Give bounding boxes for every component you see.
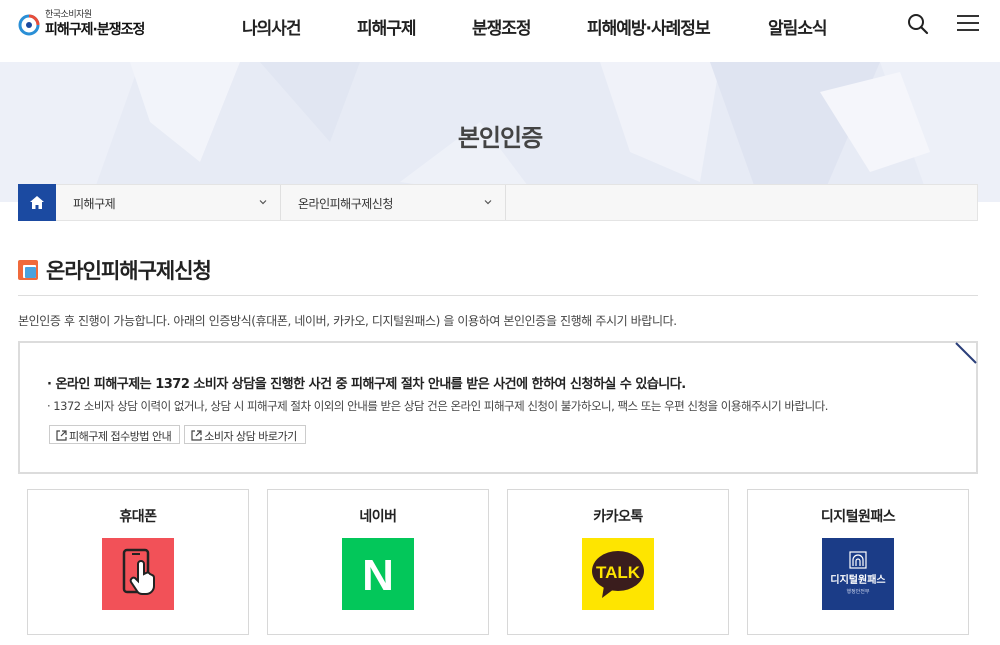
consumer-consult-link[interactable]: 소비자 상담 바로가기 [184,425,306,444]
page-banner: 본인인증 [0,62,1000,202]
external-link-icon [191,430,202,441]
naver-logo-icon: N [342,538,414,610]
notice-primary-text: · 온라인 피해구제는 1372 소비자 상담을 진행한 사건 중 피해구제 절… [47,377,686,392]
hamburger-menu-icon[interactable] [957,13,979,33]
nav-damage-relief[interactable]: 피해구제 [357,14,417,39]
mobile-phone-icon [102,538,174,610]
breadcrumb-level2-dropdown[interactable]: 온라인피해구제신청 [281,185,506,220]
logo-org-name: 한국소비자원 [45,10,92,20]
chevron-down-icon [259,200,267,205]
auth-card-phone[interactable]: 휴대폰 [27,489,249,635]
svg-text:디지털원패스: 디지털원패스 [830,573,885,586]
breadcrumb-level1-label: 피해구제 [73,197,116,211]
section-title-icon [18,260,38,280]
nav-dispute-mediation[interactable]: 분쟁조정 [472,14,532,39]
relief-guide-link-label: 피해구제 접수방법 안내 [69,429,172,443]
digital-onepass-logo-icon: 디지털원패스 행정안전부 [822,538,894,610]
breadcrumb-home-button[interactable] [18,184,56,221]
section-title: 온라인피해구제신청 [46,259,212,283]
svg-text:행정안전부: 행정안전부 [846,588,869,595]
section-header: 온라인피해구제신청 [18,255,212,285]
auth-card-title: 네이버 [359,509,397,525]
breadcrumb-level1-dropdown[interactable]: 피해구제 [56,185,281,220]
nav-prevention-info[interactable]: 피해예방·사례정보 [587,14,711,39]
auth-card-digital-onepass[interactable]: 디지털원패스 디지털원패스 행정안전부 [747,489,969,635]
section-description: 본인인증 후 진행이 가능합니다. 아래의 인증방식(휴대폰, 네이버, 카카오… [18,314,677,328]
logo-mark-icon [18,14,40,35]
external-link-icon [56,430,67,441]
notice-box: · 온라인 피해구제는 1372 소비자 상담을 진행한 사건 중 피해구제 절… [18,341,978,474]
svg-text:TALK: TALK [596,563,641,582]
consumer-consult-link-label: 소비자 상담 바로가기 [204,429,297,443]
kakaotalk-logo-icon: TALK [582,538,654,610]
nav-notices[interactable]: 알림소식 [768,14,828,39]
auth-card-naver[interactable]: 네이버 N [267,489,489,635]
corner-fold-icon [955,342,977,364]
chevron-down-icon [484,200,492,205]
home-icon [30,196,44,209]
site-logo[interactable]: 한국소비자원 피해구제·분쟁조정 [18,10,145,39]
relief-guide-link[interactable]: 피해구제 접수방법 안내 [49,425,181,444]
section-divider [18,295,978,296]
auth-card-title: 휴대폰 [119,509,157,525]
breadcrumb-level2-label: 온라인피해구제신청 [298,197,393,211]
svg-text:N: N [362,551,394,600]
nav-my-case[interactable]: 나의사건 [242,14,302,39]
logo-service-name: 피해구제·분쟁조정 [45,22,145,38]
notice-secondary-text: · 1372 소비자 상담 이력이 없거나, 상담 시 피해구제 절차 이외의 … [47,399,828,413]
breadcrumb: 피해구제 온라인피해구제신청 [18,184,978,221]
search-icon[interactable] [906,12,930,36]
page-title: 본인인증 [457,124,543,152]
auth-card-title: 카카오톡 [593,509,643,525]
auth-card-title: 디지털원패스 [820,509,896,525]
site-header: 한국소비자원 피해구제·분쟁조정 나의사건 피해구제 분쟁조정 피해예방·사례정… [0,0,1000,62]
auth-card-kakao[interactable]: 카카오톡 TALK [507,489,729,635]
